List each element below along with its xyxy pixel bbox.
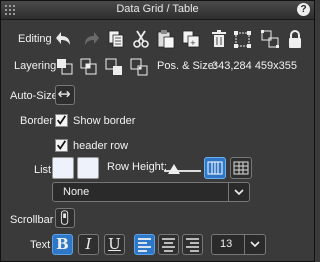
row-height-label: Row Height:	[107, 161, 167, 173]
list-label: List	[34, 164, 52, 176]
font-size-value: 13	[220, 238, 233, 250]
lock-icon[interactable]	[285, 29, 305, 49]
pos-size-value: 343,284 459x355	[212, 60, 298, 72]
undo-icon[interactable]	[55, 29, 75, 49]
horizontal-resize-icon	[58, 90, 70, 98]
italic-button[interactable]: I	[78, 234, 99, 255]
redo-icon[interactable]	[80, 29, 100, 49]
align-center-icon	[162, 238, 175, 252]
bring-to-front-icon[interactable]	[55, 57, 75, 77]
show-border-label: Show border	[73, 115, 136, 127]
scrollbar-icon	[60, 210, 69, 225]
layering-label: Layering	[14, 60, 57, 72]
vertical-grid-icon	[207, 161, 223, 175]
grid-lines-vertical-button[interactable]	[204, 157, 226, 179]
cut-icon[interactable]	[131, 29, 151, 49]
data-grid-inspector-panel: Data Grid / Table ? Editing + Layering P…	[0, 0, 315, 262]
autosize-button[interactable]	[55, 85, 75, 105]
align-left-icon	[138, 238, 151, 252]
pos-size-label: Pos. & Size:	[157, 60, 217, 72]
send-backward-icon[interactable]	[104, 57, 124, 77]
scrollbar-toggle-button[interactable]	[55, 208, 75, 228]
text-label: Text	[30, 239, 51, 251]
list-fill-color-swatch[interactable]	[52, 157, 74, 179]
align-left-button[interactable]	[134, 234, 155, 255]
slider-thumb[interactable]	[167, 164, 180, 174]
group-icon[interactable]	[233, 29, 253, 49]
autosize-label: Auto-Size	[10, 90, 58, 102]
font-size-select[interactable]: 13	[211, 234, 266, 255]
align-center-button[interactable]	[158, 234, 179, 255]
svg-text:+: +	[190, 39, 196, 47]
send-to-back-icon[interactable]	[129, 57, 149, 77]
bring-forward-icon[interactable]	[79, 57, 99, 77]
show-border-checkbox[interactable]	[55, 114, 68, 127]
header-row-checkbox[interactable]	[55, 139, 68, 152]
checkmark-icon	[57, 115, 67, 125]
panel-title: Data Grid / Table	[116, 3, 199, 15]
delete-icon[interactable]	[209, 29, 229, 49]
chevron-down-icon	[244, 235, 265, 254]
chevron-down-icon	[228, 183, 249, 201]
editing-label: Editing	[18, 33, 52, 45]
scrollbar-label: Scrollbar	[10, 214, 54, 226]
list-alt-color-swatch[interactable]	[77, 157, 99, 179]
grid-lines-full-button[interactable]	[230, 157, 252, 179]
ungroup-icon[interactable]	[260, 29, 280, 49]
full-grid-icon	[233, 161, 249, 175]
bold-button[interactable]: B	[52, 234, 73, 255]
header-row-label: header row	[73, 140, 129, 152]
duplicate-icon[interactable]: +	[181, 29, 201, 49]
underline-button[interactable]: U	[104, 234, 125, 255]
help-button[interactable]: ?	[297, 3, 310, 16]
border-label: Border	[20, 115, 54, 127]
title-bar[interactable]: Data Grid / Table ?	[1, 1, 314, 20]
list-style-select[interactable]: None	[52, 182, 250, 202]
align-right-icon	[186, 238, 199, 252]
paste-icon[interactable]	[156, 29, 176, 49]
checkmark-icon	[57, 140, 67, 150]
align-right-button[interactable]	[182, 234, 203, 255]
copy-icon[interactable]	[106, 29, 126, 49]
row-height-slider[interactable]	[164, 163, 201, 177]
list-style-select-value: None	[63, 186, 90, 198]
